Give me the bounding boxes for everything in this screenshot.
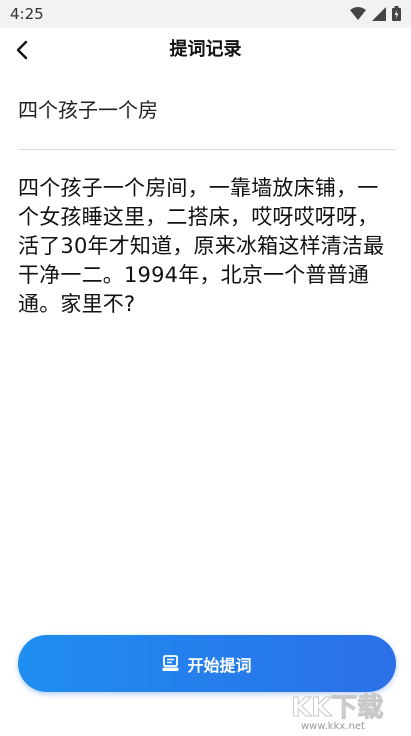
- site-watermark: KK下载 www.kkx.net: [287, 688, 405, 733]
- signal-icon: [372, 6, 386, 21]
- wifi-icon: [350, 6, 366, 20]
- status-time: 4:25: [10, 5, 44, 23]
- watermark-logo: KK下载 www.kkx.net: [291, 693, 384, 733]
- divider: [18, 149, 396, 150]
- start-prompter-button[interactable]: 开始提词: [18, 635, 396, 692]
- prompter-icon: [162, 655, 179, 672]
- svg-text:KK下载: KK下载: [291, 693, 383, 723]
- record-content-text[interactable]: 四个孩子一个房间，一靠墙放床铺，一个女孩睡这里，二搭床，哎呀哎呀呀，活了30年才…: [18, 174, 398, 319]
- status-bar: 4:25: [0, 0, 411, 28]
- record-title-input[interactable]: [18, 90, 396, 130]
- start-button-label: 开始提词: [187, 655, 252, 675]
- chevron-left-icon: [16, 40, 28, 60]
- status-icons: [350, 6, 401, 21]
- app-header: 提词记录: [0, 28, 411, 72]
- svg-text:www.kkx.net: www.kkx.net: [301, 721, 365, 732]
- battery-icon: [392, 6, 401, 21]
- back-button[interactable]: [8, 34, 36, 66]
- page-title: 提词记录: [169, 39, 242, 60]
